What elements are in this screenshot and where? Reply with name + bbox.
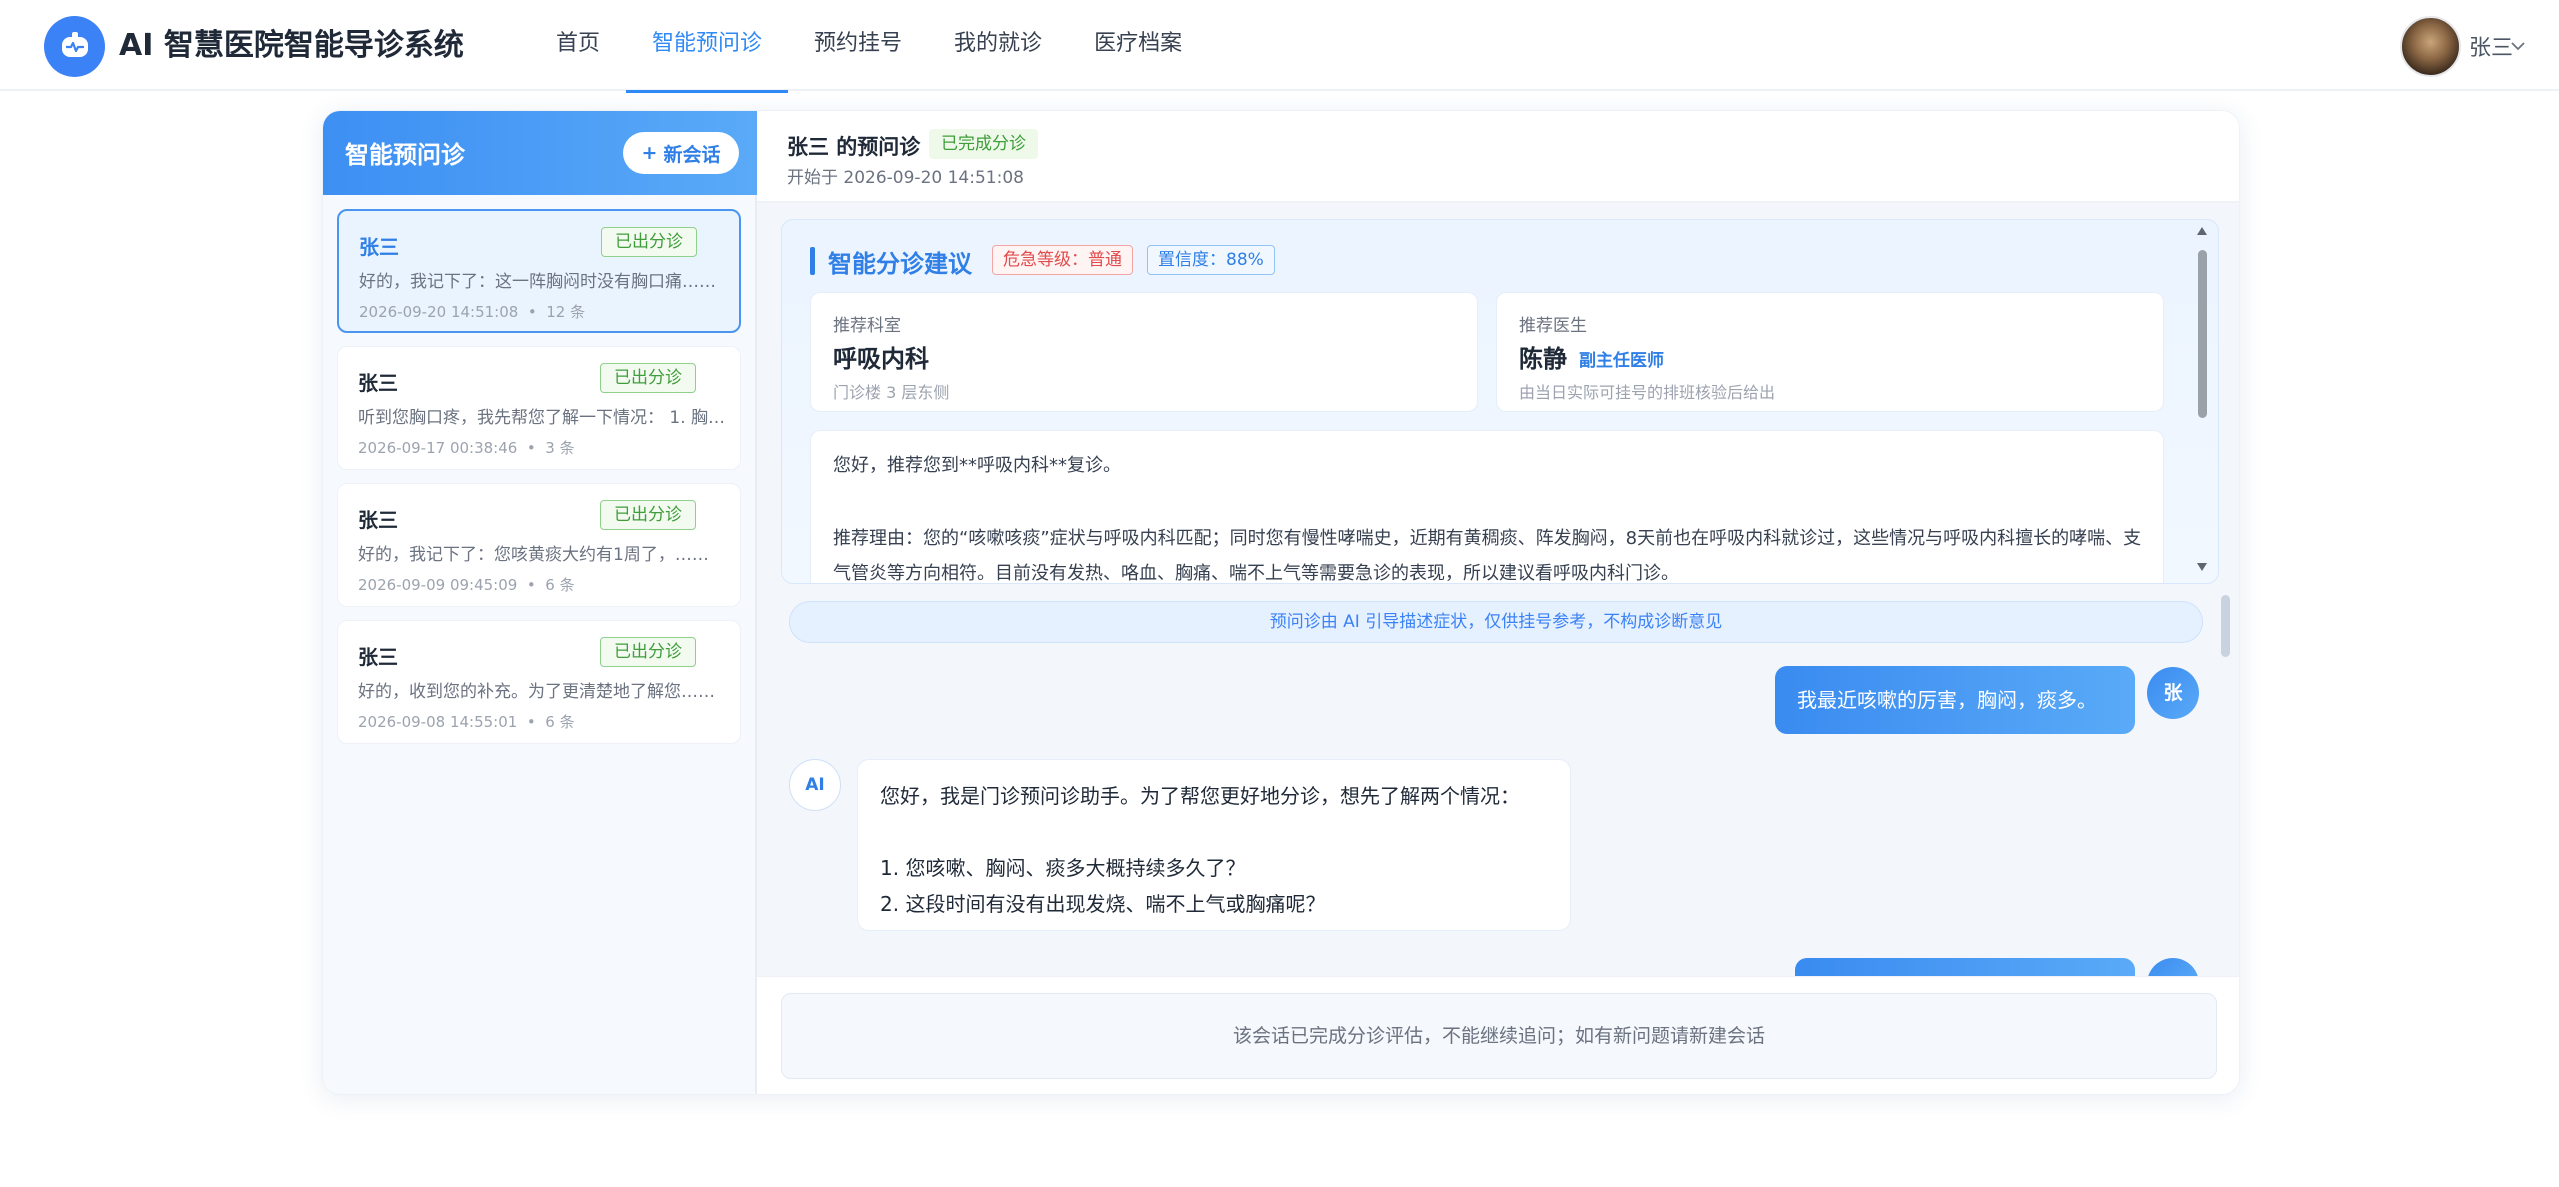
ai-question-2: 2. 这段时间有没有出现发烧、喘不上气或胸痛呢？	[880, 892, 1326, 916]
app-title: AI 智慧医院智能导诊系统	[119, 28, 464, 63]
nav-medical-records[interactable]: 医疗档案	[1068, 0, 1208, 91]
conversation-start-time: 开始于 2026-09-20 14:51:08	[787, 168, 1024, 188]
session-item[interactable]: 张三 已出分诊 好的，我记下了：您咳黄痰大约有1周了，…… 2026-09-09…	[337, 483, 741, 607]
session-preview: 好的，我记下了：您咳黄痰大约有1周了，……	[358, 545, 709, 565]
session-status-badge: 已出分诊	[600, 637, 696, 667]
triage-suggestion-panel: 智能分诊建议 危急等级：普通 置信度：88% 推荐科室 呼吸内科 门诊楼 3 层…	[781, 219, 2219, 584]
session-status-badge: 已出分诊	[601, 227, 697, 257]
session-item[interactable]: 张三 已出分诊 好的，收到您的补充。为了更清楚地了解您…… 2026-09-08…	[337, 620, 741, 744]
scrollbar-thumb[interactable]	[2198, 250, 2207, 418]
conversation-title: 张三 的预问诊	[787, 135, 921, 159]
doctor-label: 推荐医生	[1519, 316, 1587, 336]
session-time: 2026-09-17 00:38:46	[358, 439, 518, 457]
session-name: 张三	[358, 508, 398, 532]
session-closed-notice: 该会话已完成分诊评估，不能继续追问；如有新问题请新建会话	[781, 993, 2217, 1079]
ai-message: 您好，我是门诊预问诊助手。为了帮您更好地分诊，想先了解两个情况： 1. 您咳嗽、…	[857, 759, 1571, 931]
session-count: 3 条	[545, 439, 575, 457]
accent-bar	[810, 247, 815, 275]
new-session-button[interactable]: + 新会话	[623, 132, 739, 174]
ai-message-intro: 您好，我是门诊预问诊助手。为了帮您更好地分诊，想先了解两个情况：	[880, 784, 1520, 808]
plus-icon: +	[641, 142, 658, 164]
danger-level-tag: 危急等级：普通	[992, 245, 1133, 275]
sidebar-title: 智能预问诊	[345, 141, 465, 169]
conversation-header: 张三 的预问诊 已完成分诊 开始于 2026-09-20 14:51:08	[757, 111, 2239, 203]
user-message: 我最近咳嗽的厉害，胸闷，痰多。	[1775, 666, 2135, 734]
session-name: 张三	[358, 645, 398, 669]
session-preview: 听到您胸口疼，我先帮您了解一下情况： 1. 胸口…	[358, 408, 728, 428]
ai-disclaimer: 预问诊由 AI 引导描述症状，仅供挂号参考，不构成诊断意见	[789, 601, 2203, 643]
nav-appointment[interactable]: 预约挂号	[788, 0, 928, 91]
session-count: 12 条	[546, 303, 586, 321]
recommend-reason: 推荐理由：您的“咳嗽咳痰”症状与呼吸内科匹配；同时您有慢性哮喘史，近期有黄稠痰、…	[833, 528, 2142, 584]
session-status-badge: 已出分诊	[600, 363, 696, 393]
session-time: 2026-09-09 09:45:09	[358, 576, 518, 594]
nav-smart-pre-consultation[interactable]: 智能预问诊	[626, 0, 789, 93]
chevron-down-icon[interactable]	[2510, 36, 2526, 55]
session-time: 2026-09-20 14:51:08	[359, 303, 519, 321]
session-status-badge: 已出分诊	[600, 500, 696, 530]
session-sidebar: 智能预问诊 + 新会话 张三 已出分诊 好的，我记下了：这一阵胸闷时没有胸口痛……	[323, 111, 757, 1094]
doctor-rank: 副主任医师	[1579, 351, 1664, 371]
user-avatar-badge: 张	[2147, 667, 2199, 719]
user-name[interactable]: 张三	[2469, 30, 2513, 62]
scroll-down-icon[interactable]	[2196, 562, 2208, 572]
session-meta: 2026-09-09 09:45:09 • 6 条	[358, 574, 575, 595]
nav-my-visits[interactable]: 我的就诊	[928, 0, 1068, 91]
triage-reason-card: 您好，推荐您到**呼吸内科**复诊。 推荐理由：您的“咳嗽咳痰”症状与呼吸内科匹…	[810, 430, 2164, 584]
user-avatar[interactable]	[2400, 16, 2461, 77]
meta-separator: •	[526, 576, 536, 594]
ai-question-1: 1. 您咳嗽、胸闷、痰多大概持续多久了？	[880, 856, 1246, 880]
doctor-note: 由当日实际可挂号的排班核验后给出	[1519, 383, 1776, 402]
session-meta: 2026-09-17 00:38:46 • 3 条	[358, 437, 575, 458]
session-time: 2026-09-08 14:55:01	[358, 713, 518, 731]
recommended-department-card: 推荐科室 呼吸内科 门诊楼 3 层东侧	[810, 292, 1478, 412]
chat-scrollbar-thumb[interactable]	[2221, 595, 2230, 657]
meta-separator: •	[527, 303, 537, 321]
ai-avatar-badge: AI	[789, 759, 841, 811]
triage-title: 智能分诊建议	[828, 250, 972, 278]
session-name: 张三	[359, 235, 399, 259]
robot-icon[interactable]	[44, 16, 105, 77]
conversation-status-badge: 已完成分诊	[929, 129, 1038, 159]
session-item[interactable]: 张三 已出分诊 听到您胸口疼，我先帮您了解一下情况： 1. 胸口… 2026-0…	[337, 346, 741, 470]
session-meta: 2026-09-20 14:51:08 • 12 条	[359, 301, 585, 322]
session-item[interactable]: 张三 已出分诊 好的，我记下了：这一阵胸闷时没有胸口痛…… 2026-09-20…	[337, 209, 741, 333]
triage-scrollbar[interactable]	[2194, 226, 2210, 576]
department-location: 门诊楼 3 层东侧	[833, 383, 950, 402]
recommended-doctor-card: 推荐医生 陈静 副主任医师 由当日实际可挂号的排班核验后给出	[1496, 292, 2164, 412]
new-session-label: 新会话	[663, 143, 721, 166]
session-preview: 好的，我记下了：这一阵胸闷时没有胸口痛……	[359, 272, 716, 292]
sidebar-header: 智能预问诊 + 新会话	[323, 111, 757, 195]
session-meta: 2026-09-08 14:55:01 • 6 条	[358, 711, 575, 732]
recommend-line: 您好，推荐您到**呼吸内科**复诊。	[833, 455, 1121, 476]
session-preview: 好的，收到您的补充。为了更清楚地了解您……	[358, 682, 715, 702]
meta-separator: •	[526, 439, 536, 457]
nav-home[interactable]: 首页	[530, 0, 626, 91]
chat-footer: 该会话已完成分诊评估，不能继续追问；如有新问题请新建会话	[757, 976, 2239, 1094]
session-list: 张三 已出分诊 好的，我记下了：这一阵胸闷时没有胸口痛…… 2026-09-20…	[337, 209, 741, 757]
session-name: 张三	[358, 371, 398, 395]
main-nav: 首页 智能预问诊 预约挂号 我的就诊 医疗档案	[530, 0, 1208, 93]
session-count: 6 条	[545, 576, 575, 594]
confidence-tag: 置信度：88%	[1147, 245, 1275, 275]
department-label: 推荐科室	[833, 316, 901, 336]
meta-separator: •	[526, 713, 536, 731]
top-navigation-bar: AI 智慧医院智能导诊系统 首页 智能预问诊 预约挂号 我的就诊 医疗档案 张三	[0, 0, 2559, 93]
session-count: 6 条	[545, 713, 575, 731]
conversation-panel: 张三 的预问诊 已完成分诊 开始于 2026-09-20 14:51:08 智能…	[757, 111, 2239, 1094]
doctor-name: 陈静	[1519, 345, 1567, 373]
main-card: 智能预问诊 + 新会话 张三 已出分诊 好的，我记下了：这一阵胸闷时没有胸口痛……	[322, 110, 2240, 1095]
scroll-up-icon[interactable]	[2196, 226, 2208, 236]
department-name: 呼吸内科	[833, 345, 929, 373]
